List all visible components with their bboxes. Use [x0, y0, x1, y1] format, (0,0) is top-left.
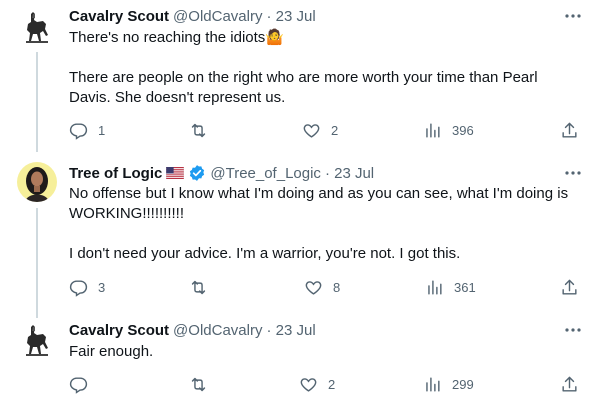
tweet-actions: 2 299 [69, 374, 584, 394]
tweet-header: Cavalry Scout @OldCavalry · 23 Jul [69, 320, 316, 340]
avatar[interactable] [17, 321, 57, 361]
heart-icon [300, 377, 317, 392]
share-icon [562, 279, 577, 295]
tweet-text: Fair enough. [69, 342, 584, 362]
user-photo-avatar-icon [17, 162, 57, 202]
retweet-icon [191, 123, 206, 137]
like-count: 2 [331, 122, 339, 138]
tweet-header: Cavalry Scout @OldCavalry · 23 Jul [69, 6, 316, 26]
reply-button[interactable]: 1 [69, 120, 105, 140]
reply-icon [69, 122, 88, 140]
views-count: 396 [452, 122, 474, 138]
retweet-icon [191, 377, 206, 391]
tweet-text-paragraph: I don't need your advice. I'm a warrior,… [69, 245, 461, 262]
views-button[interactable]: 396 [423, 120, 474, 140]
like-button[interactable]: 2 [299, 374, 335, 394]
cavalry-statue-avatar-icon [17, 321, 57, 361]
tweet[interactable]: Tree of Logic @Tree_of_Logic · 23 Jul No… [0, 150, 597, 318]
tweet-text: No offense but I know what I'm doing and… [69, 184, 584, 264]
handle[interactable]: @OldCavalry [173, 8, 262, 25]
handle[interactable]: @Tree_of_Logic [210, 165, 321, 182]
tweet-text-paragraph: There are people on the right who are mo… [69, 69, 538, 106]
tweet-actions: 3 8 361 [69, 277, 584, 297]
display-name[interactable]: Tree of Logic [69, 165, 162, 182]
timestamp[interactable]: · 23 Jul [266, 322, 315, 339]
more-icon[interactable] [565, 171, 581, 175]
tweet-actions: 1 2 396 [69, 120, 584, 140]
like-count: 8 [333, 279, 341, 295]
more-icon[interactable] [565, 328, 581, 332]
reply-icon [69, 279, 88, 297]
retweet-button[interactable] [189, 120, 218, 140]
tweet-text: There's no reaching the idiots🤷 There ar… [69, 28, 584, 108]
thread-line [36, 52, 38, 152]
timestamp[interactable]: · 23 Jul [325, 165, 374, 182]
like-count: 2 [328, 376, 336, 392]
avatar[interactable] [17, 8, 57, 48]
views-icon [426, 376, 440, 392]
verified-badge-icon[interactable] [188, 164, 206, 182]
tweet[interactable]: Cavalry Scout @OldCavalry · 23 Jul Fair … [0, 310, 597, 400]
heart-icon [303, 123, 320, 138]
reply-button[interactable]: 3 [69, 277, 105, 297]
like-button[interactable]: 2 [302, 120, 338, 140]
handle[interactable]: @OldCavalry [173, 322, 262, 339]
views-count: 361 [454, 279, 476, 295]
share-icon [562, 376, 577, 392]
tweet-text-paragraph: Fair enough. [69, 343, 154, 360]
heart-icon [305, 280, 322, 295]
avatar[interactable] [17, 162, 57, 202]
views-icon [426, 122, 440, 138]
reply-count: 3 [98, 279, 106, 295]
retweet-button[interactable] [189, 374, 218, 394]
tweet-header: Tree of Logic @Tree_of_Logic · 23 Jul [69, 163, 374, 183]
emoji: 🤷 [265, 29, 284, 46]
views-icon [428, 279, 442, 295]
retweet-button[interactable] [189, 277, 218, 297]
tweet[interactable]: Cavalry Scout @OldCavalry · 23 Jul There… [0, 0, 597, 152]
views-button[interactable]: 299 [423, 374, 474, 394]
reply-button[interactable] [69, 374, 98, 394]
reply-count: 1 [98, 122, 106, 138]
views-button[interactable]: 361 [425, 277, 476, 297]
display-name[interactable]: Cavalry Scout [69, 322, 169, 339]
cavalry-statue-avatar-icon [17, 8, 57, 48]
share-button[interactable] [560, 374, 579, 394]
share-icon [562, 122, 577, 138]
like-button[interactable]: 8 [304, 277, 340, 297]
tweet-text-line: There's no reaching the idiots [69, 29, 266, 46]
timestamp[interactable]: · 23 Jul [266, 8, 315, 25]
reply-icon [69, 376, 88, 394]
share-button[interactable] [560, 120, 579, 140]
tweet-text-paragraph: No offense but I know what I'm doing and… [69, 185, 569, 222]
display-name[interactable]: Cavalry Scout [69, 8, 169, 25]
thread-line [36, 208, 38, 318]
retweet-icon [191, 280, 206, 294]
us-flag-icon [166, 167, 185, 179]
views-count: 299 [452, 376, 474, 392]
share-button[interactable] [560, 277, 579, 297]
more-icon[interactable] [565, 14, 581, 18]
